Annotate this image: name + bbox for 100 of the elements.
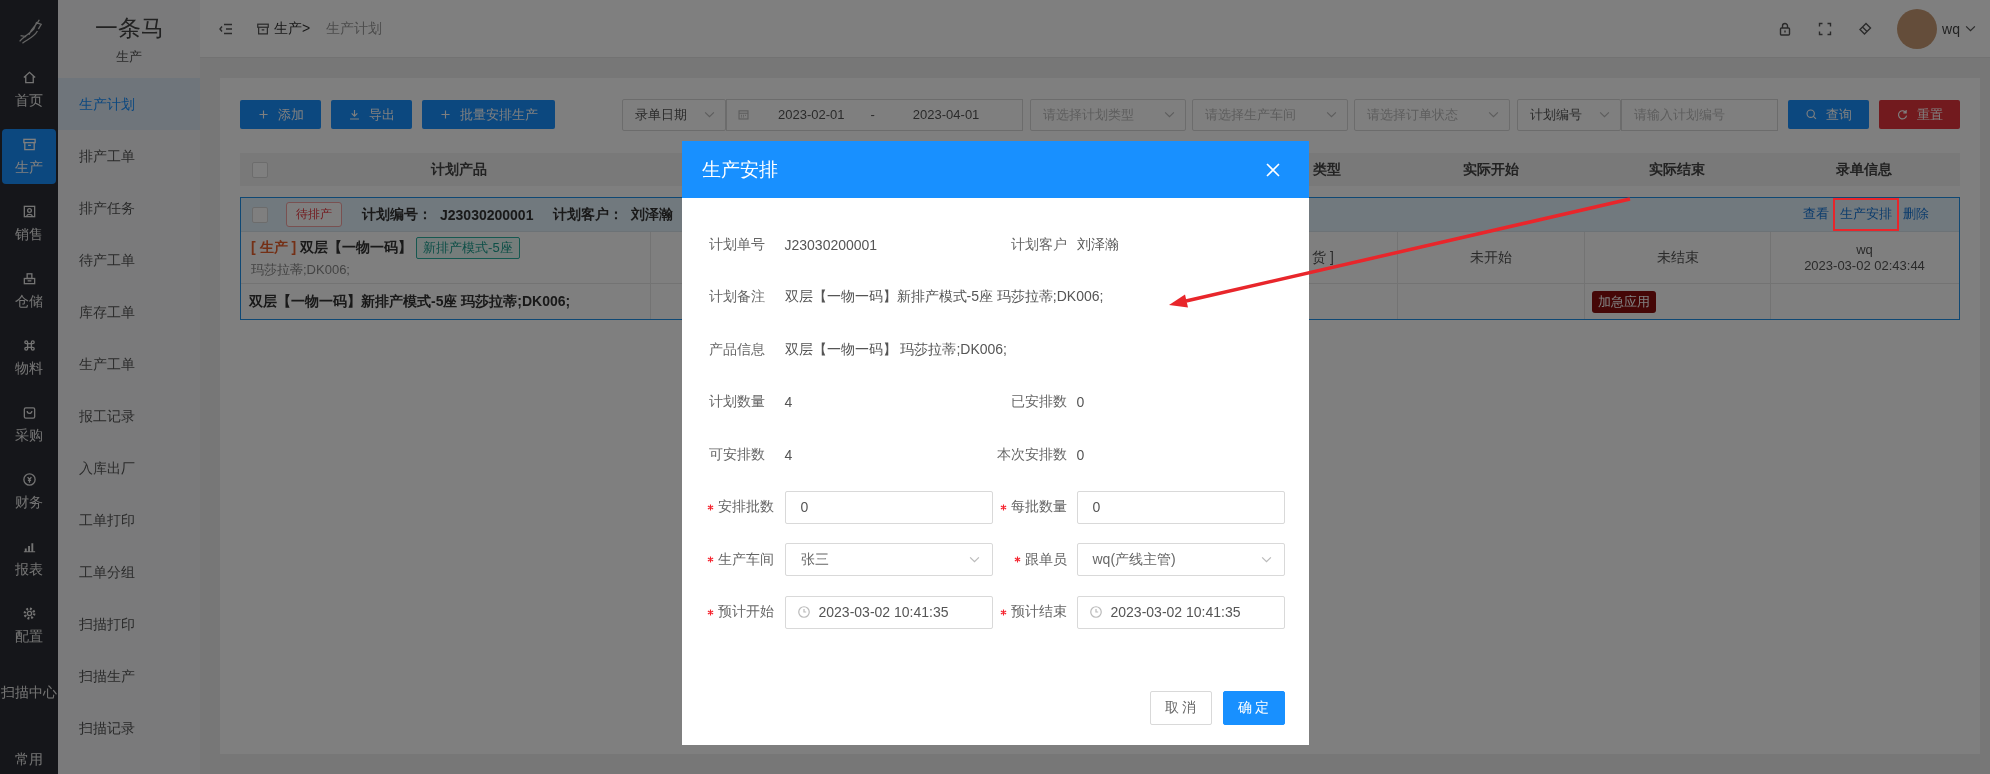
- clock-icon: [1088, 605, 1103, 619]
- reset-button[interactable]: 重置: [1879, 100, 1960, 129]
- field-label: 已安排数: [1010, 393, 1067, 411]
- rail-item[interactable]: 生产: [2, 129, 56, 184]
- rail-item[interactable]: 采购: [2, 397, 56, 452]
- search-button[interactable]: 查询: [1788, 100, 1869, 129]
- column-header: 实际开始: [1462, 160, 1519, 179]
- field-label: 跟单员: [1024, 550, 1067, 569]
- action-link[interactable]: 查看: [1803, 206, 1829, 223]
- cancel-button[interactable]: 取 消: [1149, 691, 1212, 725]
- field-label: 计划客户: [1010, 235, 1067, 254]
- menu-item[interactable]: 排产工单: [58, 130, 200, 182]
- menu-item[interactable]: 排产任务: [58, 182, 200, 234]
- plan-note: 双层【一物一码】新排产模式-5座 玛莎拉蒂;DK006;: [249, 292, 571, 311]
- product-name: 双层【一物一码】: [300, 238, 413, 257]
- chevron-down-icon: [1260, 556, 1272, 563]
- chevron-down-icon: [968, 556, 980, 563]
- creator-name: wq: [1856, 241, 1873, 258]
- search-icon: [1805, 108, 1818, 121]
- menu-item[interactable]: 扫描记录: [58, 702, 200, 754]
- field-value: 双层【一物一码】 玛莎拉蒂;DK006;: [784, 340, 1008, 359]
- date-range-field[interactable]: 2023-02-01 - 2023-04-01: [726, 98, 1023, 131]
- rail-item[interactable]: 财务: [2, 464, 56, 519]
- menu-item[interactable]: 工单打印: [58, 494, 200, 546]
- column-header: 类型: [1313, 160, 1341, 179]
- rail-item[interactable]: 仓储: [2, 263, 56, 318]
- confirm-button[interactable]: 确 定: [1222, 691, 1285, 725]
- rail-item[interactable]: 报表: [2, 531, 56, 586]
- field-label: 预计结束: [1010, 603, 1067, 621]
- user-name[interactable]: wq: [1942, 20, 1960, 37]
- fullscreen-icon[interactable]: [1817, 20, 1834, 37]
- rail-item[interactable]: 常用: [2, 732, 56, 774]
- toolbar-button[interactable]: 导出: [331, 100, 412, 129]
- input-field[interactable]: 0: [1076, 490, 1285, 524]
- plan-number-label: 计划编号：: [362, 205, 432, 224]
- rail-item[interactable]: 物料: [2, 330, 56, 385]
- chevron-down-icon: [1326, 111, 1337, 118]
- module-title: 生产: [116, 47, 142, 66]
- menu-item[interactable]: 入库出厂: [58, 442, 200, 494]
- coin-icon: [21, 471, 37, 487]
- menu-item[interactable]: 库存工单: [58, 286, 200, 338]
- menu-item[interactable]: 报工记录: [58, 390, 200, 442]
- rail-item[interactable]: 销售: [2, 196, 56, 251]
- field-label: 本次安排数: [996, 445, 1067, 464]
- field-label: 生产车间: [717, 550, 774, 569]
- table-cell: 未开始: [1470, 248, 1512, 267]
- action-link[interactable]: 删除: [1903, 206, 1929, 223]
- avatar[interactable]: [1897, 8, 1938, 49]
- menu-item[interactable]: 待产工单: [58, 234, 200, 286]
- eraser-icon[interactable]: [1857, 20, 1874, 37]
- settings-icon: [21, 605, 37, 621]
- plus-icon: [257, 108, 270, 121]
- download-icon: [348, 108, 361, 121]
- rail-item[interactable]: 首页: [2, 62, 56, 117]
- toolbar-button[interactable]: 批量安排生产: [422, 100, 555, 129]
- column-header: 录单信息: [1835, 160, 1892, 179]
- dialog-title: 生产安排: [701, 157, 778, 182]
- input-field[interactable]: 0: [784, 490, 993, 524]
- chevron-down-icon: [1965, 25, 1976, 32]
- menu-item[interactable]: 生产工单: [58, 338, 200, 390]
- bag-icon: [21, 404, 37, 420]
- chevron-down-icon: [1599, 111, 1610, 118]
- field-label: 计划备注: [708, 288, 765, 306]
- date-time-field[interactable]: 2023-03-02 10:41:35: [1076, 595, 1285, 629]
- category-tag: [ 生产 ]: [251, 238, 297, 257]
- select-field[interactable]: wq(产线主管): [1076, 543, 1285, 576]
- mode-tag: 新排产模式-5座: [416, 236, 520, 259]
- menu-item[interactable]: 生产计划: [58, 78, 200, 130]
- chevron-down-icon: [1164, 111, 1175, 118]
- date-time-field[interactable]: 2023-03-02 10:41:35: [784, 595, 993, 629]
- dropdown[interactable]: 录单日期: [622, 98, 726, 131]
- clock-icon: [796, 605, 811, 619]
- field-value: 双层【一物一码】新排产模式-5座 玛莎拉蒂;DK006;: [784, 288, 1105, 306]
- command-icon: [21, 337, 37, 353]
- plus-icon: [439, 108, 452, 121]
- portrait-icon: [21, 203, 37, 219]
- table-cell: 未结束: [1656, 248, 1699, 267]
- field-value: 4: [784, 446, 794, 463]
- status-tag: 待排产: [286, 202, 342, 227]
- stack-icon: [21, 270, 37, 286]
- column-header: 计划产品: [429, 160, 488, 179]
- menu-item[interactable]: 扫描生产: [58, 650, 200, 702]
- rail-item[interactable]: 扫描中心: [2, 665, 56, 720]
- home-icon: [21, 69, 37, 85]
- close-icon[interactable]: [1264, 161, 1281, 178]
- menu-item[interactable]: 扫描打印: [58, 598, 200, 650]
- field-label: 产品信息: [708, 340, 765, 359]
- chevron-down-icon: [704, 111, 715, 118]
- action-link[interactable]: 生产安排: [1840, 206, 1892, 223]
- toolbar-button[interactable]: 添加: [240, 100, 321, 129]
- select-field[interactable]: 张三: [784, 543, 993, 576]
- field-value: 0: [1076, 394, 1086, 410]
- menu-item[interactable]: 工单分组: [58, 546, 200, 598]
- field-value: J23030200001: [784, 236, 879, 253]
- field-value: 4: [784, 394, 794, 410]
- rail-item[interactable]: 配置: [2, 598, 56, 653]
- field-value: 刘泽瀚: [1076, 235, 1120, 254]
- dropdown[interactable]: 计划编号: [1517, 98, 1621, 131]
- breadcrumb-link[interactable]: 生产>: [274, 19, 311, 38]
- calendar-icon: [737, 108, 750, 121]
